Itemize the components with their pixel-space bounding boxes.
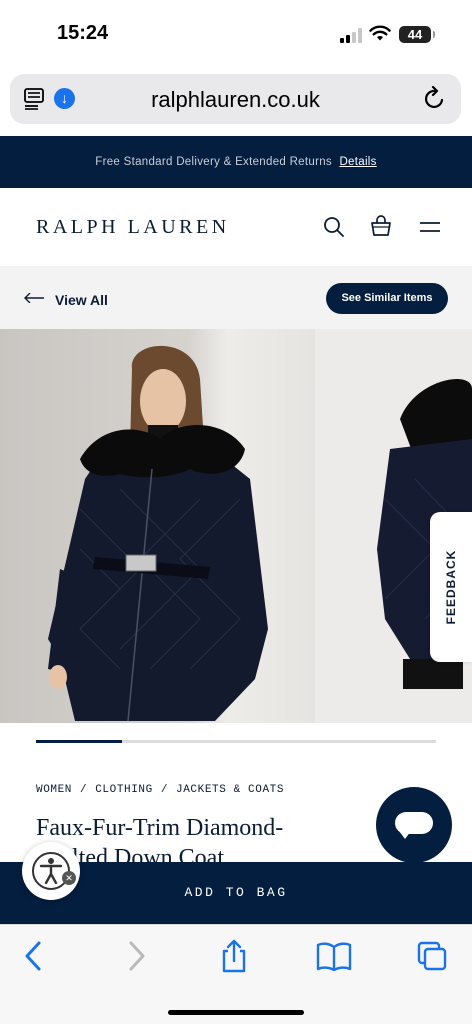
home-indicator xyxy=(168,1010,304,1015)
see-similar-items-button[interactable]: See Similar Items xyxy=(326,283,448,314)
accessibility-icon xyxy=(39,858,63,885)
product-image-1[interactable] xyxy=(0,329,315,723)
wifi-icon xyxy=(369,25,391,41)
browser-toolbar xyxy=(0,924,472,1024)
site-header: RALPH LAUREN xyxy=(0,188,472,266)
status-bar: 15:24 44 xyxy=(0,0,472,68)
url-text[interactable]: ralphlauren.co.uk xyxy=(10,87,461,113)
search-icon[interactable] xyxy=(322,215,346,239)
feedback-tab[interactable]: FEEDBACK xyxy=(430,512,472,662)
battery-indicator: 44 xyxy=(399,26,435,43)
breadcrumb-item-jackets-coats[interactable]: JACKETS & COATS xyxy=(176,784,284,796)
menu-icon[interactable] xyxy=(418,215,442,239)
breadcrumb: WOMEN / CLOTHING / JACKETS & COATS xyxy=(36,784,284,796)
bag-icon[interactable] xyxy=(369,215,393,239)
signal-icon xyxy=(340,27,362,43)
product-subnav: View All See Similar Items xyxy=(0,266,472,329)
tabs-icon[interactable] xyxy=(416,939,448,973)
close-icon[interactable]: ✕ xyxy=(62,871,76,885)
breadcrumb-separator: / xyxy=(160,784,169,796)
product-title: Faux-Fur-Trim Diamond-Quilted Down Coat xyxy=(36,815,284,863)
carousel-progress xyxy=(36,740,436,743)
address-bar[interactable]: ↓ ralphlauren.co.uk xyxy=(10,74,461,124)
view-all-link[interactable]: View All xyxy=(55,292,108,308)
promo-text: Free Standard Delivery & Extended Return… xyxy=(95,156,332,168)
back-icon[interactable] xyxy=(18,939,50,973)
breadcrumb-separator: / xyxy=(80,784,88,796)
forward-icon[interactable] xyxy=(120,939,152,973)
reload-icon[interactable] xyxy=(423,86,447,112)
feedback-label: FEEDBACK xyxy=(444,549,458,625)
share-icon[interactable] xyxy=(218,939,250,973)
product-gallery[interactable] xyxy=(0,329,472,723)
accessibility-button[interactable]: ✕ xyxy=(22,842,80,900)
carousel-progress-fill xyxy=(36,740,122,743)
brand-logo[interactable]: RALPH LAUREN xyxy=(36,216,230,239)
promo-banner: Free Standard Delivery & Extended Return… xyxy=(0,136,472,188)
bookmarks-icon[interactable] xyxy=(316,939,352,973)
status-time: 15:24 xyxy=(57,22,109,44)
chat-button[interactable] xyxy=(376,787,452,863)
arrow-left-icon[interactable] xyxy=(24,293,44,303)
breadcrumb-item-women[interactable]: WOMEN xyxy=(36,784,72,796)
promo-details-link[interactable]: Details xyxy=(339,156,376,168)
breadcrumb-item-clothing[interactable]: CLOTHING xyxy=(95,784,153,796)
